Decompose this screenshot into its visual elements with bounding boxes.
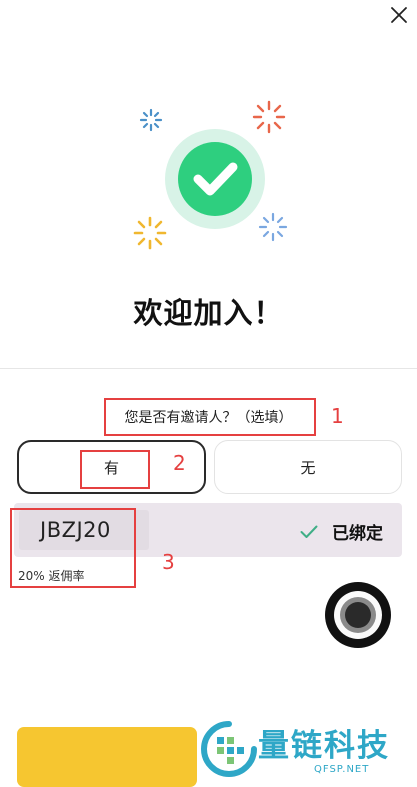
option-no-button[interactable]: 无 [214,440,402,494]
floating-button-core [345,602,371,628]
annotation-number-1: 1 [331,404,344,428]
section-divider [0,368,417,369]
annotation-number-3: 3 [162,550,175,574]
watermark-logo [201,721,257,777]
welcome-panel: 欢迎加入！ [0,0,417,368]
annotation-box-3 [10,508,136,588]
watermark-name: 量链科技 [258,728,390,764]
confirm-button[interactable] [17,727,197,787]
bound-status: 已绑定 [300,519,383,544]
floating-action-button[interactable] [325,582,391,648]
watermark-domain: QFSP.NET [314,764,370,775]
close-button[interactable] [386,2,412,28]
close-icon [391,7,407,23]
sparkle-icon [139,108,163,132]
watermark: 量链科技 QFSP.NET [196,718,417,781]
check-icon [300,525,318,538]
annotation-box-1 [104,398,316,436]
option-no-label: 无 [300,458,316,477]
annotation-number-2: 2 [173,451,186,475]
welcome-title: 欢迎加入！ [133,296,284,330]
sparkle-icon [258,212,288,242]
sparkle-icon [252,100,286,134]
annotation-box-2 [80,450,150,489]
sparkle-icon [133,216,167,250]
success-illustration [133,100,288,250]
bound-status-text: 已绑定 [332,524,383,544]
